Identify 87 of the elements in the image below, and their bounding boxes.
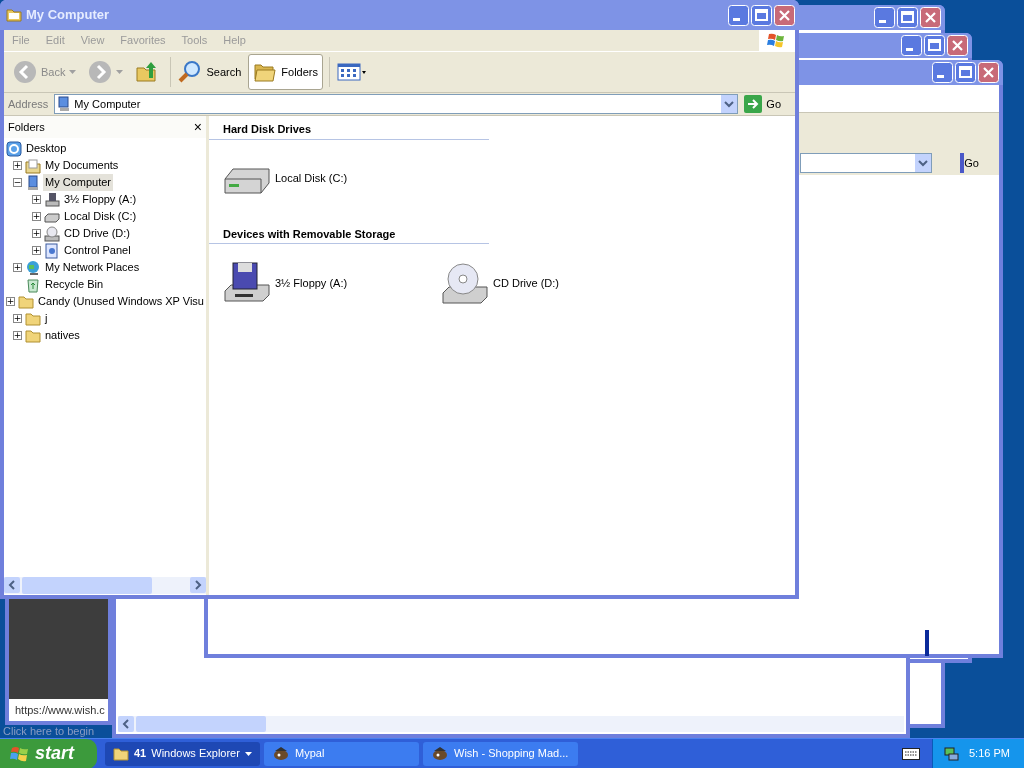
tree-item[interactable]: Desktop	[24, 140, 69, 157]
floppy-drive-icon	[44, 191, 60, 208]
expander-toggle[interactable]: +	[32, 195, 41, 204]
folder-icon	[6, 7, 22, 23]
tree-item[interactable]: Recycle Bin	[43, 276, 106, 293]
caret-icon	[245, 751, 252, 756]
tree-item[interactable]: My Documents	[43, 157, 121, 174]
folder-icon	[18, 293, 35, 310]
search-button[interactable]: Search	[173, 54, 247, 90]
expander-toggle[interactable]: +	[13, 263, 22, 272]
scroll-thumb[interactable]	[136, 716, 266, 732]
maximize-button[interactable]	[751, 4, 772, 26]
pane-title: Folders	[8, 119, 45, 135]
start-button[interactable]: start	[0, 738, 97, 768]
address-label: Address	[7, 96, 50, 112]
tree-item[interactable]: natives	[43, 327, 82, 344]
computer-icon	[57, 96, 72, 112]
floppy-drive-icon	[223, 261, 271, 305]
scroll-right-icon[interactable]	[190, 577, 206, 593]
close-pane-button[interactable]: ×	[193, 120, 202, 134]
folder-icon	[25, 327, 41, 344]
control-panel-icon	[44, 242, 60, 259]
scroll-left-icon[interactable]	[118, 716, 134, 732]
window-title: My Computer	[26, 6, 110, 25]
expander-toggle[interactable]: +	[32, 229, 41, 238]
scroll-left-icon[interactable]	[4, 577, 20, 593]
folders-button[interactable]: Folders	[248, 54, 323, 90]
creature-icon	[272, 745, 290, 762]
network-globe-icon	[25, 259, 41, 276]
recycle-bin-icon	[25, 276, 41, 293]
views-icon	[337, 62, 367, 82]
folder-icon	[113, 745, 129, 762]
minimize-button[interactable]	[932, 62, 953, 83]
clock: 5:16 PM	[969, 746, 1010, 762]
maximize-button[interactable]	[955, 62, 976, 83]
address-field[interactable]: My Computer	[54, 94, 739, 114]
section-heading: Hard Disk Drives	[209, 120, 489, 140]
expander-toggle[interactable]: +	[32, 212, 41, 221]
desktop-icon	[6, 140, 22, 157]
caret-icon	[69, 70, 77, 74]
taskbar-button[interactable]: 41 Windows Explorer	[105, 741, 260, 766]
caret-icon	[116, 70, 124, 74]
folder-icon	[25, 310, 41, 327]
drive-item[interactable]: 3½ Floppy (A:)	[223, 258, 441, 308]
close-button[interactable]	[774, 4, 795, 26]
taskbar-button[interactable]: Wish - Shopping Mad...	[423, 741, 578, 766]
expander-toggle[interactable]: +	[32, 246, 41, 255]
tree-item[interactable]: CD Drive (D:)	[62, 225, 132, 242]
taskbar-button[interactable]: Mypal	[264, 741, 419, 766]
maximize-button[interactable]	[924, 35, 945, 56]
hint-text: Click here to begin	[3, 724, 95, 739]
maximize-button[interactable]	[897, 7, 918, 28]
expander-toggle[interactable]: +	[13, 314, 22, 323]
creature-icon	[431, 745, 449, 762]
tree-item[interactable]: Local Disk (C:)	[62, 208, 139, 225]
expander-toggle[interactable]: +	[13, 331, 22, 340]
documents-folder-icon	[25, 157, 41, 174]
tree-item[interactable]: 3½ Floppy (A:)	[62, 191, 139, 208]
close-button[interactable]	[978, 62, 999, 83]
drive-item[interactable]: CD Drive (D:)	[441, 258, 659, 308]
tree-item[interactable]: My Computer	[43, 174, 114, 191]
search-icon	[178, 60, 203, 84]
horizontal-scrollbar[interactable]	[118, 716, 904, 732]
minimize-button[interactable]	[728, 4, 749, 26]
scroll-thumb[interactable]	[22, 577, 152, 594]
network-icon[interactable]	[943, 745, 959, 762]
tree-item[interactable]: My Network Places	[43, 259, 142, 276]
computer-icon	[25, 174, 41, 191]
drive-item[interactable]: Local Disk (C:)	[223, 153, 441, 204]
cd-drive-icon	[441, 261, 489, 305]
section-heading: Devices with Removable Storage	[209, 224, 489, 244]
close-button[interactable]	[947, 35, 968, 56]
expander-toggle[interactable]: −	[13, 178, 22, 187]
go-button[interactable]: Go	[742, 94, 784, 114]
keyboard-icon[interactable]	[902, 747, 920, 760]
expander-toggle[interactable]: +	[13, 161, 22, 170]
status-url: https://www.wish.c	[15, 702, 105, 718]
tree-item[interactable]: j	[43, 310, 50, 327]
tree-item[interactable]: Candy (Unused Windows XP Visu	[36, 293, 206, 310]
expander-toggle[interactable]: +	[6, 297, 16, 306]
cd-drive-icon	[44, 225, 60, 242]
tree-item[interactable]: Control Panel	[62, 242, 133, 259]
minimize-button[interactable]	[901, 35, 922, 56]
address-field[interactable]	[800, 153, 933, 173]
horizontal-scrollbar[interactable]	[4, 577, 206, 594]
minimize-button[interactable]	[874, 7, 895, 28]
close-button[interactable]	[920, 7, 941, 28]
